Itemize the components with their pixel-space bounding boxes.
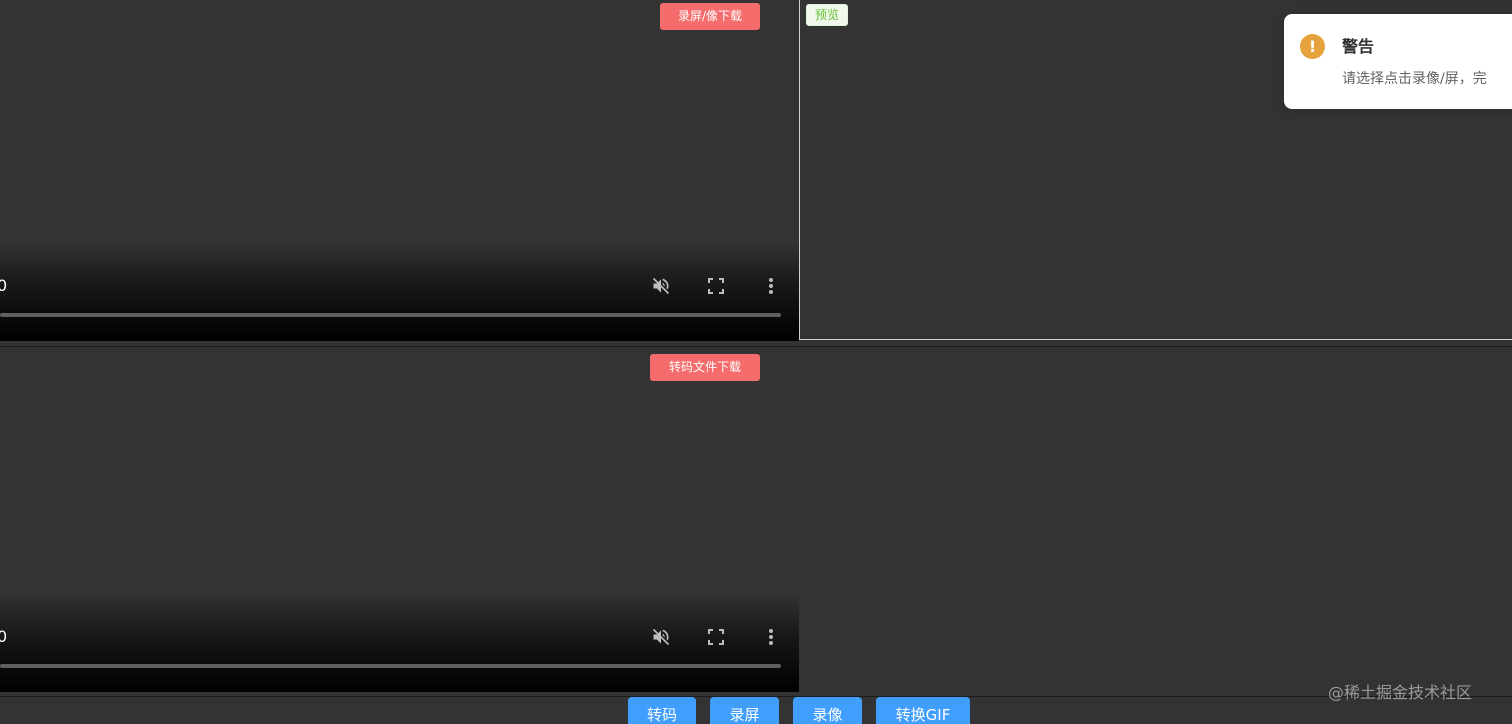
current-time: 0 <box>0 627 8 646</box>
more-vert-icon[interactable] <box>760 275 782 297</box>
recording-video-player[interactable]: 录屏/像下载 0 <box>0 0 799 341</box>
record-screen-button[interactable]: 录屏 <box>710 697 779 724</box>
action-toolbar: 转码 录屏 录像 转换GIF <box>0 697 1512 724</box>
section-divider <box>0 346 1512 347</box>
preview-tag: 预览 <box>806 4 849 26</box>
convert-gif-button[interactable]: 转换GIF <box>876 697 970 724</box>
progress-bar[interactable] <box>0 313 781 317</box>
fullscreen-icon[interactable] <box>705 626 727 648</box>
mute-icon[interactable] <box>650 626 672 648</box>
notification-title: 警告 <box>1342 37 1375 56</box>
progress-bar[interactable] <box>0 664 781 668</box>
record-video-button[interactable]: 录像 <box>793 697 862 724</box>
download-transcoded-button[interactable]: 转码文件下载 <box>650 354 760 381</box>
more-vert-icon[interactable] <box>760 626 782 648</box>
warning-icon: ! <box>1300 34 1325 59</box>
page: 录屏/像下载 0 预览 0 转码文件下载 ! 警告 请选择点击录像/屏，完 转码… <box>0 0 1512 724</box>
mute-icon[interactable] <box>650 275 672 297</box>
transcode-button[interactable]: 转码 <box>628 697 696 724</box>
current-time: 0 <box>0 276 8 295</box>
controls-overlay <box>0 592 799 692</box>
controls-overlay <box>0 241 799 341</box>
notification-message: 请选择点击录像/屏，完 <box>1342 71 1487 87</box>
download-recording-button[interactable]: 录屏/像下载 <box>660 3 760 30</box>
fullscreen-icon[interactable] <box>705 275 727 297</box>
watermark: @稀土掘金技术社区 <box>1328 683 1473 702</box>
warning-notification: ! 警告 请选择点击录像/屏，完 <box>1284 14 1512 109</box>
transcoded-video-player[interactable]: 0 <box>0 348 799 692</box>
